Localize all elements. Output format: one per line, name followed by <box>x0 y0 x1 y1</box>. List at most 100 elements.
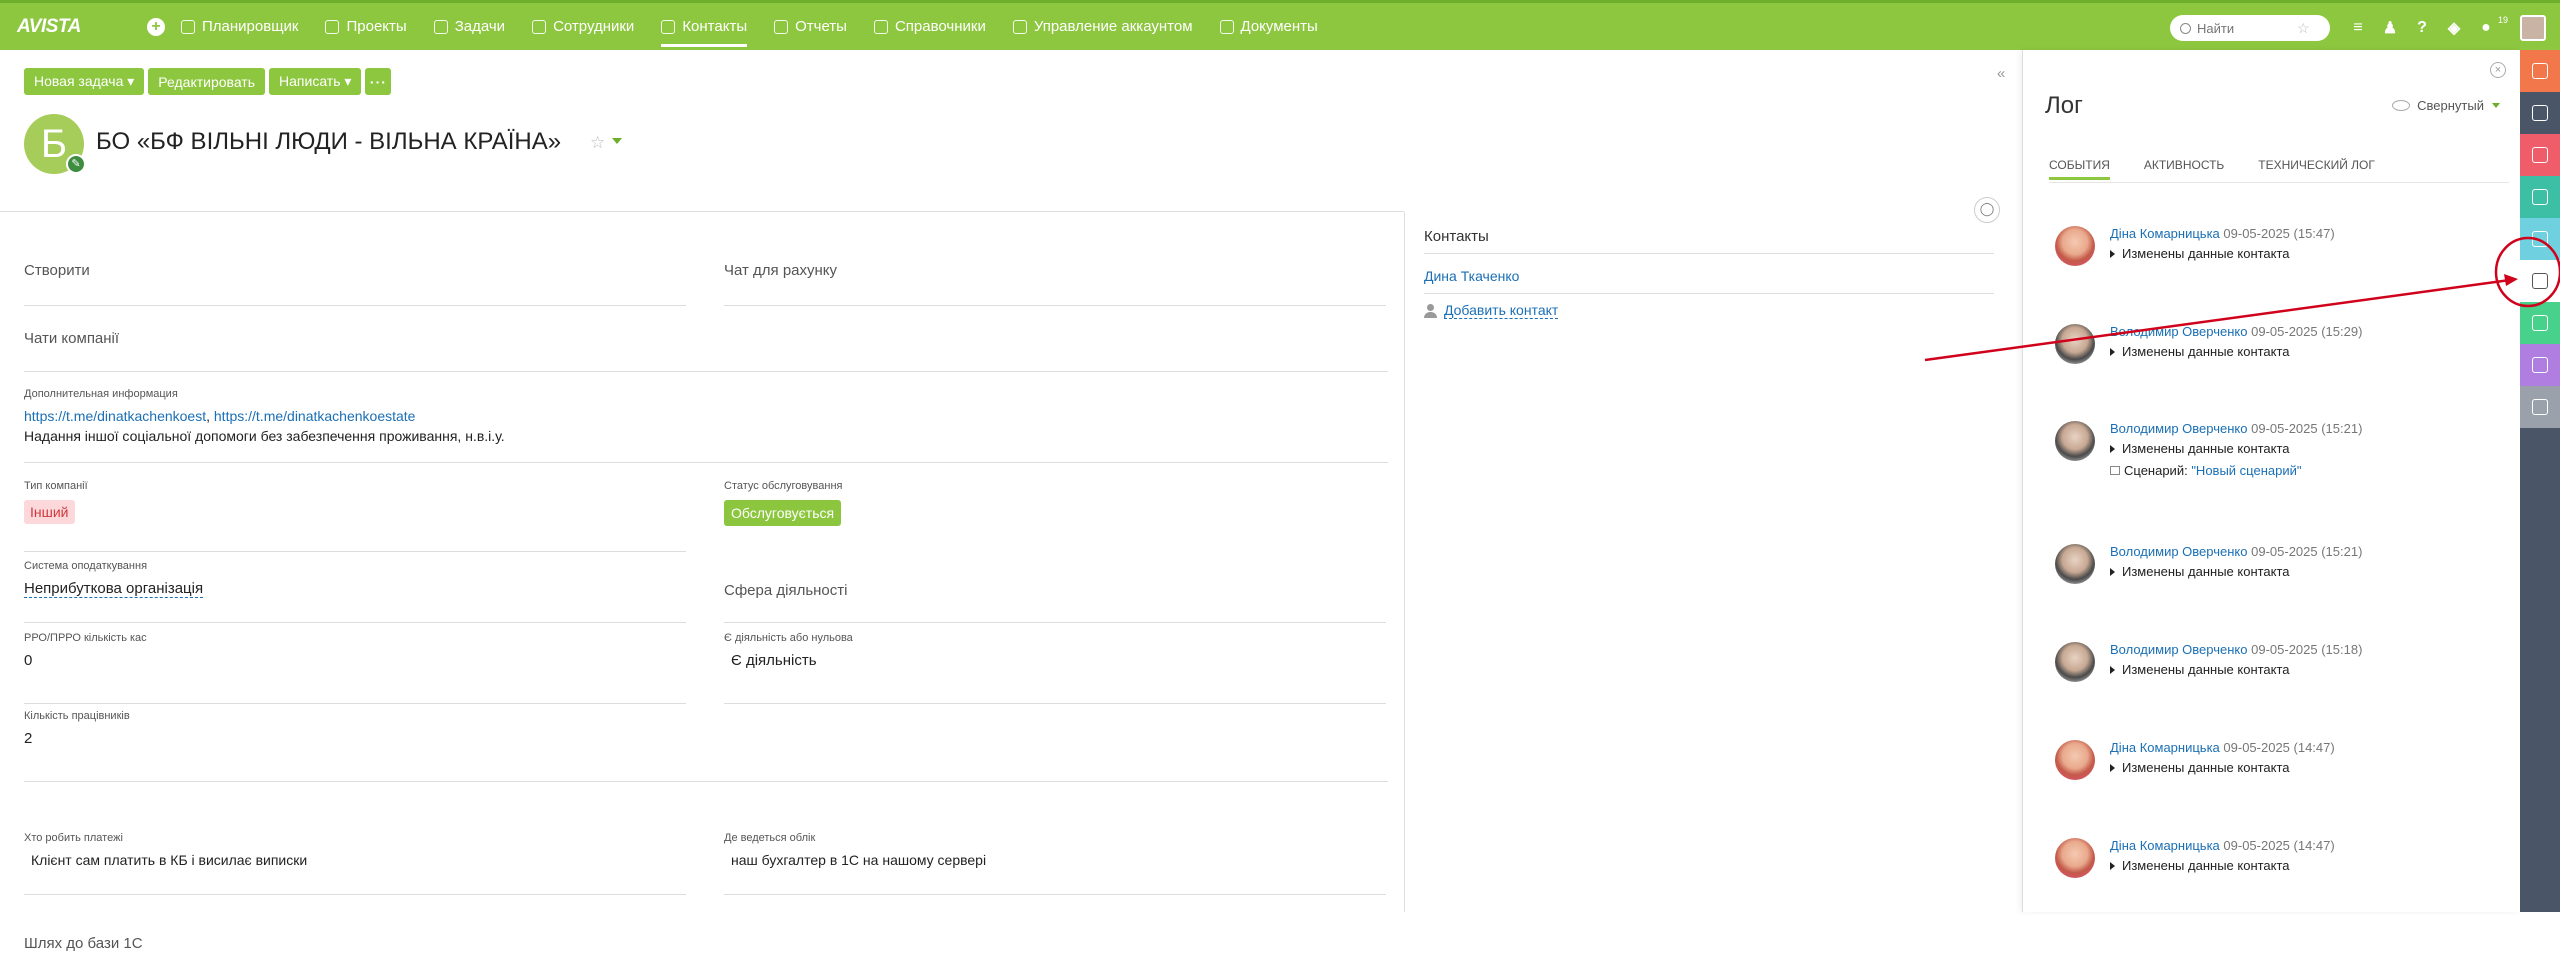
rail-key-button[interactable] <box>2520 302 2560 344</box>
log-user-link[interactable]: Володимир Оверченко <box>2110 324 2247 339</box>
pin-icon[interactable]: ♟ <box>2382 18 2398 38</box>
rail-chat-button[interactable] <box>2520 50 2560 92</box>
rail-finance-button[interactable] <box>2520 92 2560 134</box>
edit-pen-icon[interactable]: ✎ <box>66 154 86 174</box>
user-avatar[interactable] <box>2055 324 2095 364</box>
add-contact-button[interactable]: Добавить контакт <box>1424 302 1559 319</box>
log-entry-header: Діна Комарницька 09-05-2025 (14:47) <box>2110 740 2335 755</box>
rail-log-button[interactable] <box>2520 260 2560 302</box>
telegram-link-2[interactable]: https://t.me/dinatkachenkoestate <box>214 408 416 424</box>
log-mode-toggle[interactable]: Свернутый <box>2392 98 2500 113</box>
tax-system-link[interactable]: Неприбуткова організація <box>24 580 204 598</box>
write-button[interactable]: Написать ▾ <box>269 68 362 95</box>
user-avatar[interactable] <box>2055 838 2095 878</box>
person-icon <box>1424 303 1437 318</box>
help-icon[interactable]: ? <box>2414 19 2430 37</box>
user-avatar[interactable] <box>2055 740 2095 780</box>
field-create[interactable]: Створити <box>24 262 686 306</box>
rail-history-button[interactable] <box>2520 386 2560 428</box>
avista-logo[interactable]: AVISTA <box>17 2 115 52</box>
log-entry-text[interactable]: Изменены данные контакта <box>2110 858 2290 873</box>
nav-item-label: Документы <box>1240 18 1318 35</box>
tab-activity[interactable]: Активность <box>2144 158 2224 180</box>
favorite-star-icon[interactable]: ☆ <box>2297 20 2310 37</box>
nav-item-6[interactable]: Справочники <box>873 2 986 52</box>
tab-events[interactable]: События <box>2049 158 2110 180</box>
log-user-link[interactable]: Діна Комарницька <box>2110 740 2220 755</box>
rro-value: 0 <box>24 652 33 669</box>
analytics-icon <box>2532 357 2548 373</box>
field-db-path[interactable]: Шлях до бази 1С <box>24 935 686 959</box>
db-path-label: Шлях до бази 1С <box>24 935 143 952</box>
menu-icon[interactable]: ≡ <box>2350 19 2366 37</box>
scenario-link[interactable]: "Новый сценарий" <box>2191 463 2301 478</box>
layers-icon[interactable]: ◈ <box>2446 18 2462 38</box>
nav-item-2[interactable]: Задачи <box>433 2 505 52</box>
log-entry-header: Володимир Оверченко 09-05-2025 (15:18) <box>2110 642 2362 657</box>
field-company-chats[interactable]: Чати компанії <box>24 330 1388 372</box>
title-dropdown-icon[interactable] <box>612 138 622 144</box>
log-user-link[interactable]: Діна Комарницька <box>2110 838 2220 853</box>
tabs-divider <box>2049 182 2509 183</box>
add-icon[interactable]: + <box>147 17 165 36</box>
rail-tasks-check-button[interactable] <box>2520 134 2560 176</box>
nav-item-0[interactable]: Планировщик <box>181 2 298 52</box>
log-entry-text[interactable]: Изменены данные контакта <box>2110 564 2290 579</box>
log-entry-header: Володимир Оверченко 09-05-2025 (15:21) <box>2110 421 2362 436</box>
nav-item-7[interactable]: Управление аккаунтом <box>1012 2 1193 52</box>
log-entry-header: Діна Комарницька 09-05-2025 (15:47) <box>2110 226 2335 241</box>
nav-item-1[interactable]: Проекты <box>325 2 407 52</box>
search-box[interactable]: ☆ <box>2169 15 2330 41</box>
activity-value: Є діяльність <box>731 652 817 669</box>
user-avatar[interactable] <box>2055 421 2095 461</box>
user-avatar[interactable] <box>2055 642 2095 682</box>
log-title: Лог <box>2045 92 2083 119</box>
close-icon[interactable]: × <box>2490 62 2506 78</box>
nav-item-4[interactable]: Контакты <box>661 2 747 52</box>
log-entry-text[interactable]: Изменены данные контакта <box>2110 441 2290 456</box>
new-task-button[interactable]: Новая задача ▾ <box>24 68 145 95</box>
log-entry-text[interactable]: Изменены данные контакта <box>2110 344 2290 359</box>
service-status-label: Статус обслуговування <box>724 480 843 492</box>
user-avatar[interactable] <box>2055 544 2095 584</box>
nav-item-3[interactable]: Сотрудники <box>532 2 634 52</box>
rail-briefcase-button[interactable] <box>2520 176 2560 218</box>
nav-item-8[interactable]: Документы <box>1219 2 1318 52</box>
comment-icon[interactable]: ◯ <box>1974 197 2000 223</box>
user-icon[interactable]: ● <box>2478 19 2494 37</box>
field-accounting: Де ведеться облік наш бухгалтер в 1С на … <box>724 832 1386 895</box>
employees-icon <box>532 19 547 34</box>
log-entry-text[interactable]: Изменены данные контакта <box>2110 662 2290 677</box>
finance-icon <box>2532 105 2548 121</box>
log-user-link[interactable]: Володимир Оверченко <box>2110 642 2247 657</box>
field-chat-for-invoice[interactable]: Чат для рахунку <box>724 262 1386 306</box>
extra-info-text: Надання іншої соціальної допомоги без за… <box>24 428 505 444</box>
chevron-down-icon <box>2492 103 2500 108</box>
telegram-link-1[interactable]: https://t.me/dinatkachenkoest <box>24 408 206 424</box>
field-rro: РРО/ПРРО кількість кас 0 <box>24 632 686 704</box>
favorite-star-icon[interactable]: ☆ <box>590 133 605 153</box>
scenario-icon <box>2110 466 2120 475</box>
rail-analytics-button[interactable] <box>2520 344 2560 386</box>
tab-technical-log[interactable]: Технический лог <box>2258 158 2375 180</box>
contacts-icon <box>661 19 676 34</box>
log-entry-text[interactable]: Изменены данные контакта <box>2110 760 2290 775</box>
log-user-link[interactable]: Володимир Оверченко <box>2110 421 2247 436</box>
user-avatar[interactable] <box>2520 15 2546 41</box>
more-button[interactable]: ··· <box>365 68 392 95</box>
user-avatar[interactable] <box>2055 226 2095 266</box>
search-input[interactable] <box>2196 20 2297 36</box>
field-activity-sphere[interactable]: Сфера діяльності <box>724 570 1386 623</box>
rail-document-button[interactable] <box>2520 218 2560 260</box>
field-extra-info: Дополнительная информация https://t.me/d… <box>24 388 1388 463</box>
contacts-divider <box>1424 293 1994 294</box>
log-entry-text[interactable]: Изменены данные контакта <box>2110 246 2290 261</box>
log-user-link[interactable]: Діна Комарницька <box>2110 226 2220 241</box>
log-user-link[interactable]: Володимир Оверченко <box>2110 544 2247 559</box>
collapse-arrow-icon[interactable]: « <box>1997 65 2005 82</box>
activity-label: Є діяльність або нульова <box>724 632 853 644</box>
edit-button[interactable]: Редактировать <box>148 68 266 95</box>
nav-item-5[interactable]: Отчеты <box>774 2 847 52</box>
topbar-tools: ☆ ≡ ♟ ? ◈ ● 19 <box>2169 3 2560 53</box>
contact-link[interactable]: Дина Ткаченко <box>1424 268 1519 284</box>
